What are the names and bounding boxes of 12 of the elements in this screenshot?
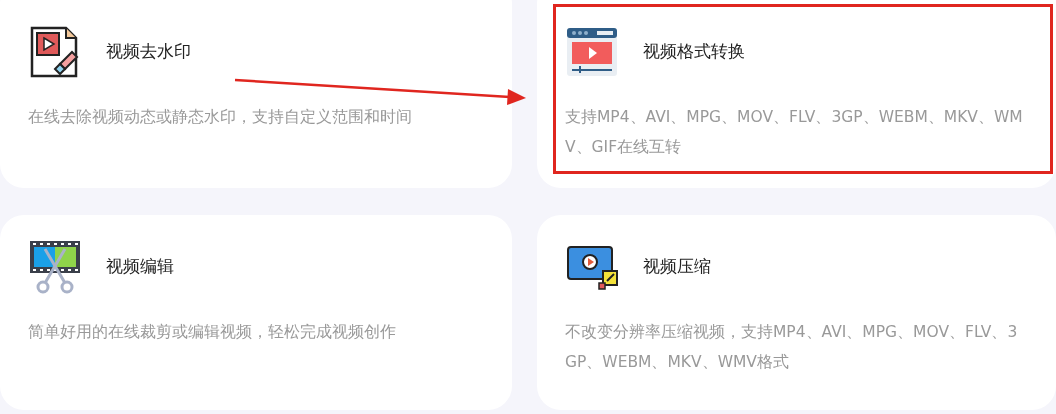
card-description: 不改变分辨率压缩视频，支持MP4、AVI、MPG、MOV、FLV、3GP、WEBM、MKV、WMV格式 (565, 322, 1019, 373)
card-title: 视频压缩 (643, 255, 711, 279)
card-title: 视频编辑 (106, 255, 174, 279)
card-description: 支持MP4、AVI、MPG、MOV、FLV、3GP、WEBM、MKV、WMV、GIF在线互转 (565, 107, 1024, 158)
card-background[interactable]: 视频编辑 简单好用的在线裁剪或编辑视频，轻松完成视频创作 (0, 215, 512, 410)
card-description: 简单好用的在线裁剪或编辑视频，轻松完成视频创作 (28, 322, 397, 343)
card-background[interactable]: 视频压缩 不改变分辨率压缩视频，支持MP4、AVI、MPG、MOV、FLV、3GP、WEBM、MKV、WMV格式 (537, 215, 1056, 410)
card-title: 视频格式转换 (643, 40, 745, 64)
card-title: 视频去水印 (106, 40, 191, 64)
card-description: 在线去除视频动态或静态水印，支持自定义范围和时间 (28, 107, 413, 128)
card-background[interactable]: 视频去水印 在线去除视频动态或静态水印，支持自定义范围和时间 (0, 0, 512, 188)
card-background[interactable]: 视频格式转换 支持MP4、AVI、MPG、MOV、FLV、3GP、WEBM、MKV、WMV、GIF在线互转 (537, 0, 1056, 188)
